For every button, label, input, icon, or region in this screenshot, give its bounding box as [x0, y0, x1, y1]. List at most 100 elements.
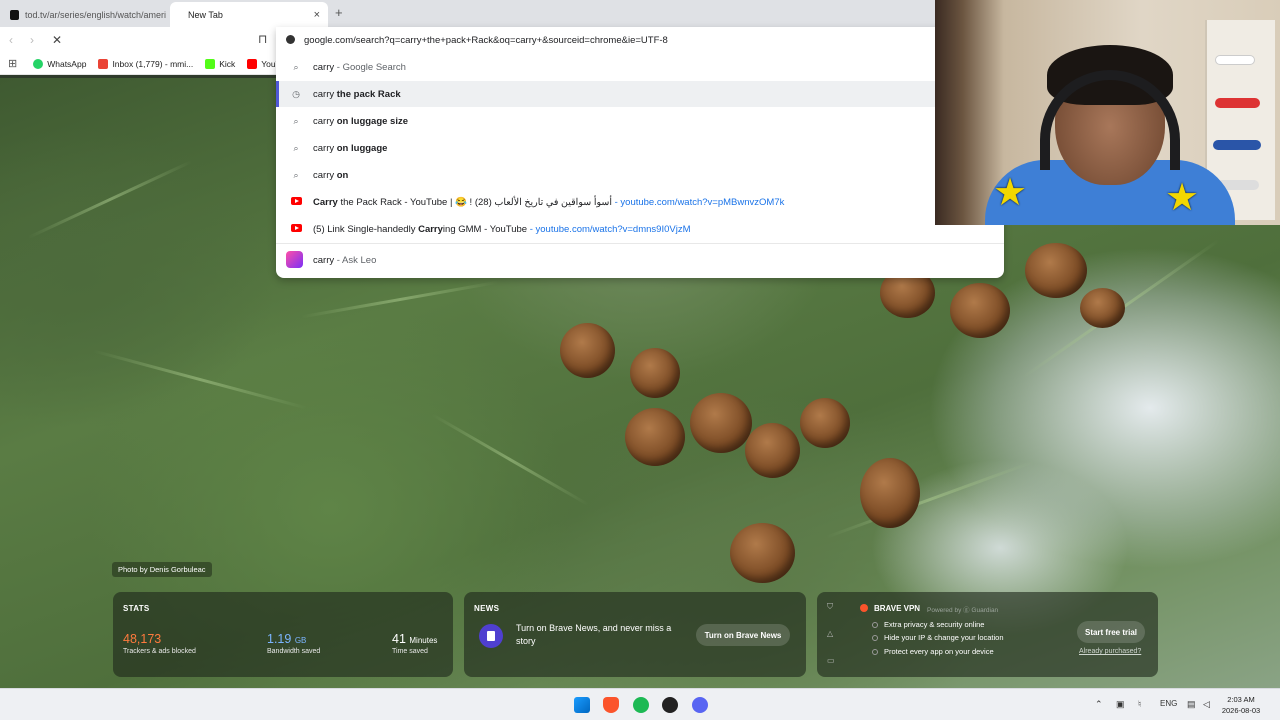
window-icon[interactable]: ▭	[827, 656, 835, 665]
site-info-icon[interactable]	[286, 35, 295, 44]
back-icon[interactable]: ‹	[9, 33, 13, 47]
pine-cone	[690, 393, 752, 453]
turn-on-brave-news-button[interactable]: Turn on Brave News	[696, 624, 790, 646]
stat-bandwidth: 1.19 GB Bandwidth saved	[267, 632, 320, 655]
warning-icon[interactable]: △	[827, 629, 833, 638]
stat-value: 1.19	[267, 632, 292, 646]
system-clock[interactable]: 2:03 AM 2026-08-03	[1208, 694, 1274, 716]
stat-unit: Minutes	[409, 636, 438, 645]
stat-time: 41 Minutes Time saved	[392, 632, 437, 655]
windows-start-icon[interactable]	[574, 697, 590, 713]
stat-value: 48,173	[123, 632, 162, 646]
bookmark-icon[interactable]: ⊓	[258, 32, 267, 46]
clock-time: 2:03 AM	[1227, 695, 1255, 704]
bookmark-label: Kick	[219, 58, 236, 69]
pine-cone	[745, 423, 800, 478]
divider	[276, 243, 1004, 244]
start-free-trial-button[interactable]: Start free trial	[1077, 621, 1145, 643]
frond	[93, 349, 307, 410]
pine-cone	[560, 323, 615, 378]
suggestion-item[interactable]: ⌕ carry - Google Search	[276, 54, 1004, 80]
microphone-icon[interactable]: ♮	[1138, 699, 1141, 710]
stat-caption: Trackers & ads blocked	[123, 648, 196, 655]
brave-vpn-logo-icon	[860, 604, 868, 612]
shield-icon[interactable]: ⛉	[827, 602, 833, 612]
suggestion-item[interactable]: ⌕ carry on	[276, 162, 1004, 188]
suggestion-text: carry - Ask Leo	[313, 255, 376, 266]
leo-icon	[286, 250, 303, 270]
vpn-feature: Hide your IP & change your location	[872, 633, 1004, 642]
pine-cone	[1080, 288, 1125, 328]
discord-icon[interactable]	[692, 697, 708, 713]
tray-app-icon[interactable]: ▣	[1116, 699, 1125, 710]
suggestion-query: carry	[313, 142, 337, 154]
network-icon[interactable]: ▤	[1187, 699, 1196, 710]
gmail-icon	[98, 58, 109, 69]
suggestion-item[interactable]: ⌕ carry on luggage size	[276, 108, 1004, 134]
youtube-icon	[291, 197, 302, 207]
tab-label: New Tab	[188, 9, 223, 20]
bookmark-label: Inbox (1,779) - mmi...	[112, 58, 194, 69]
vpn-feature: Extra privacy & security online	[872, 620, 984, 629]
suggestion-item[interactable]: Carry the Pack Rack - YouTube | 😂 ! أسوأ…	[276, 189, 1004, 215]
search-icon: ⌕	[293, 115, 299, 126]
suggestion-item[interactable]: ⌕ carry on luggage	[276, 135, 1004, 161]
bookmark-gmail[interactable]: Inbox (1,779) - mmi...	[98, 58, 194, 69]
shoe	[1215, 55, 1255, 65]
tab-todtv[interactable]: tod.tv/ar/series/english/watch/ameri	[6, 2, 166, 27]
tab-new-tab[interactable]: New Tab ×	[170, 2, 328, 27]
suggestion-text: carry on luggage	[313, 143, 387, 154]
frond	[301, 280, 499, 319]
close-icon[interactable]: ×	[314, 9, 320, 21]
stats-widget: STATS 48,173 Trackers & ads blocked 1.19…	[113, 592, 453, 677]
suggestion-title: (5) Link Single-handedly	[313, 223, 419, 235]
suggestion-item[interactable]: ◷ carry the pack Rack	[276, 81, 1004, 107]
vpn-widget: ⛉ △ ▭ BRAVE VPN Powered by ⓖ Guardian Ex…	[817, 592, 1158, 677]
app-icon[interactable]	[662, 697, 678, 713]
star-icon: ★	[993, 172, 1028, 214]
omnibox-dropdown: google.com/search?q=carry+the+pack+Rack&…	[276, 27, 1004, 278]
suggestion-completion: on luggage size	[336, 115, 409, 127]
pine-cone	[860, 458, 920, 528]
brave-browser-icon[interactable]	[603, 697, 619, 713]
frond	[826, 460, 1034, 539]
pine-cone	[630, 348, 680, 398]
stats-title: STATS	[123, 604, 150, 613]
photo-credit[interactable]: Photo by Denis Gorbuleac	[112, 562, 212, 577]
bookmark-kick[interactable]: Kick	[205, 58, 236, 69]
stop-loading-icon[interactable]: ✕	[52, 33, 62, 47]
check-icon	[872, 648, 878, 655]
address-bar[interactable]: google.com/search?q=carry+the+pack+Rack&…	[276, 27, 1004, 53]
vpn-feature-text: Protect every app on your device	[884, 647, 994, 656]
youtube-icon	[247, 58, 258, 69]
address-bar-url: google.com/search?q=carry+the+pack+Rack&…	[304, 34, 668, 46]
suggestion-item-ask-leo[interactable]: carry - Ask Leo	[276, 247, 1004, 273]
suggestion-completion: on	[336, 169, 349, 181]
suggestion-title: the Pack Rack - YouTube | 😂 ! أسوأ سواقي…	[337, 196, 612, 208]
new-tab-button[interactable]: +	[335, 5, 343, 20]
bookmark-whatsapp[interactable]: WhatsApp	[33, 58, 86, 69]
frond	[27, 160, 193, 239]
apps-grid-icon[interactable]: ⊞	[8, 57, 17, 70]
pine-cone	[625, 408, 685, 466]
youtube-icon	[291, 224, 302, 234]
vpn-feature-text: Hide your IP & change your location	[884, 633, 1004, 642]
news-title: NEWS	[474, 604, 500, 613]
spotify-icon[interactable]	[633, 697, 649, 713]
pine-cone	[800, 398, 850, 448]
tab-label: tod.tv/ar/series/english/watch/ameri	[24, 9, 166, 20]
chevron-up-icon[interactable]: ⌃	[1095, 699, 1103, 710]
taskbar: ⌃ ▣ ♮ ENG ▤ ◁ 2:03 AM 2026-08-03	[0, 688, 1280, 720]
kick-icon	[205, 58, 216, 69]
suggestion-query: carry	[313, 115, 337, 127]
vpn-title: BRAVE VPN	[874, 604, 921, 613]
language-indicator[interactable]: ENG	[1160, 699, 1177, 708]
suggestion-item[interactable]: (5) Link Single-handedly Carrying GMM - …	[276, 216, 1004, 242]
already-purchased-link[interactable]: Already purchased?	[1079, 648, 1141, 655]
news-icon	[479, 624, 503, 648]
stat-value: 41	[392, 632, 406, 646]
forward-icon[interactable]: ›	[30, 33, 34, 47]
suggestion-url: - youtube.com/watch?v=pMBwnvzOM7k	[611, 196, 785, 208]
history-icon: ◷	[292, 88, 300, 99]
suggestion-text: (5) Link Single-handedly Carrying GMM - …	[313, 224, 690, 235]
